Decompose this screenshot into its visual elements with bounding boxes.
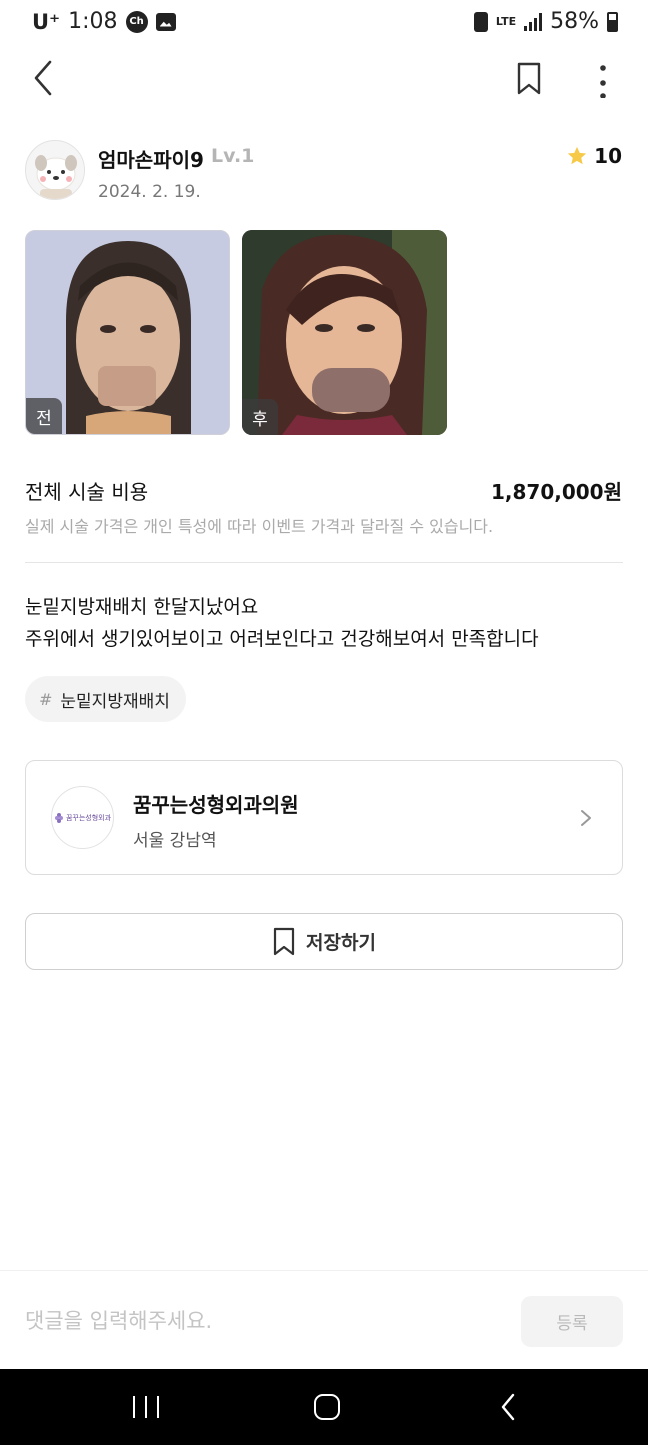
tag-label: 눈밑지방재배치 [60,691,170,712]
comment-input[interactable] [25,1301,495,1341]
more-button[interactable] [588,58,618,99]
star-icon [567,146,587,165]
divider [25,562,623,563]
flower-logo-icon [54,812,63,823]
review-text-line: 눈밑지방재배치 한달지났어요 [25,596,259,618]
signal-icon [524,12,543,31]
home-button[interactable] [314,1394,340,1420]
chevron-left-icon [34,60,52,96]
rating: 10 [566,144,622,168]
clinic-card[interactable]: 꿈꾸는성형외과 꿈꾸는성형외과의원 서울 강남역 [25,760,623,875]
clinic-logo-text: 꿈꾸는성형외과 [65,813,112,822]
cost-disclaimer: 실제 시술 가격은 개인 특성에 따라 이벤트 가격과 달라질 수 있습니다. [25,517,494,536]
battery-icon [607,11,618,32]
system-back-button[interactable] [498,1392,518,1422]
review-text-line: 주위에서 생기있어보이고 어려보인다고 건강해보여서 만족합니다 [25,628,539,650]
chat-notification-icon: Ch [125,10,148,33]
clinic-name: 꿈꾸는성형외과의원 [133,793,299,817]
before-label: 전 [26,398,62,434]
after-photo[interactable]: 후 [242,230,447,435]
save-button[interactable]: 저장하기 [25,913,623,970]
bookmark-icon [273,927,295,955]
rating-value: 10 [594,144,622,168]
clinic-location: 서울 강남역 [133,831,217,851]
carrier-label: U⁺ [32,9,61,34]
status-bar: U⁺ 1:08 Ch LTE 58% [0,0,648,44]
sim-icon [473,11,488,32]
cost-value: 1,870,000원 [490,480,622,504]
recents-button[interactable] [133,1396,159,1418]
lte-icon: LTE [495,14,517,28]
back-button[interactable] [28,58,68,98]
battery-percent: 58% [550,9,599,34]
post-date: 2024. 2. 19. [98,182,201,202]
cost-label: 전체 시술 비용 [25,480,149,504]
top-nav [0,52,648,104]
submit-comment-button[interactable]: 등록 [521,1296,623,1347]
before-photo[interactable]: 전 [25,230,230,435]
system-nav-bar [0,1369,648,1445]
save-label: 저장하기 [306,932,376,954]
clock: 1:08 [68,9,118,34]
author-level: Lv.1 [211,145,255,167]
image-notification-icon [155,12,176,31]
more-vertical-icon [600,65,606,99]
bookmark-icon [517,62,541,95]
comment-bar: 등록 [0,1270,648,1369]
after-label: 후 [242,399,278,435]
hash-icon: # [39,689,53,709]
author-name[interactable]: 엄마손파이9 [98,144,204,173]
avatar[interactable] [25,140,85,200]
back-arrow-icon [501,1393,515,1421]
clinic-logo: 꿈꾸는성형외과 [51,786,114,849]
puppy-avatar-icon [26,141,84,199]
chevron-right-icon [581,810,591,826]
procedure-tag[interactable]: # 눈밑지방재배치 [25,676,186,722]
bookmark-button[interactable] [512,60,546,98]
